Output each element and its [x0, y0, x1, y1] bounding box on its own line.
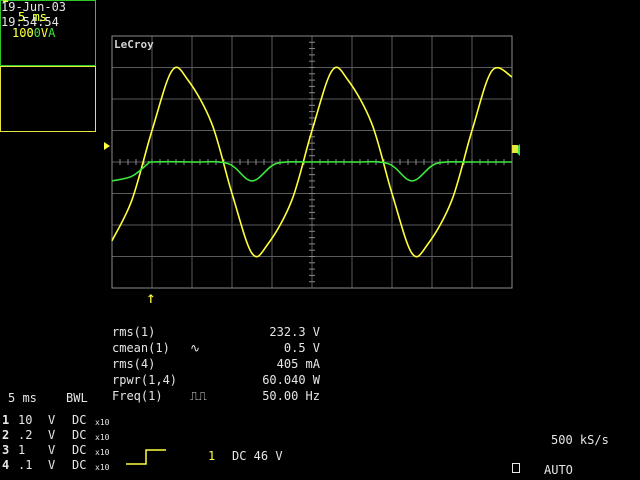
status-timebase: 5 ms [8, 391, 37, 405]
channel-probe: x10 [95, 418, 110, 427]
measurement-value: 50.00 Hz [262, 389, 320, 403]
channel-unit: V [48, 443, 56, 457]
measurement-icon: ⎍⎍ [190, 389, 207, 403]
measurement-row[interactable]: Freq(1) ⎍⎍ 50.00 Hz [112, 389, 320, 403]
channel-scale: 10 [18, 413, 33, 427]
channel-1-ground-marker [104, 142, 110, 150]
channel-coupling: DC [72, 458, 87, 472]
trigger-edge-icon [126, 449, 166, 465]
measurement-icon: ∿ [190, 341, 201, 355]
sample-rate: 500 kS/s [551, 433, 609, 447]
channel-coupling: DC [72, 413, 87, 427]
channel-unit: V [48, 428, 56, 442]
measurement-label: Freq(1) [112, 389, 163, 403]
measurement-value: 60.040 W [262, 373, 320, 387]
measurement-row[interactable]: cmean(1) ∿ 0.5 V [112, 341, 320, 355]
channel-num: 1 [2, 413, 10, 427]
channel-scale: .1 [18, 458, 33, 472]
channel-coupling: DC [72, 443, 87, 457]
channel-probe: x10 [95, 463, 110, 472]
trigger-level-marker [512, 145, 518, 153]
measurement-value: 405 mA [276, 357, 320, 371]
measurement-row[interactable]: rms(4) 405 mA [112, 357, 320, 371]
trigger-position-marker: ↑ [146, 288, 156, 307]
channel-probe: x10 [95, 448, 110, 457]
channel-num: 2 [2, 428, 10, 442]
channel-num: 3 [2, 443, 10, 457]
channel-scale: .2 [18, 428, 33, 442]
channel-probe: x10 [95, 433, 110, 442]
brand-logo: LeCroy [114, 38, 154, 51]
measurement-label: rpwr(1,4) [112, 373, 178, 387]
trigger-mode[interactable]: AUTO [544, 464, 573, 477]
measurement-value: 0.5 V [283, 341, 320, 355]
scope-screen: LeCroy ↑ [104, 35, 520, 307]
trigger-channel: 1 [208, 449, 216, 463]
measurement-row[interactable]: rms(1) 232.3 V [112, 325, 320, 339]
channel-unit: V [48, 458, 56, 472]
measurement-label: cmean(1) [112, 341, 170, 355]
trigger-info: DC 46 V [232, 449, 283, 463]
channel-coupling: DC [72, 428, 87, 442]
status-bwl: BWL [66, 391, 88, 405]
measurement-row[interactable]: rpwr(1,4) 60.040 W [112, 373, 320, 387]
measurement-value: 232.3 V [269, 325, 320, 339]
measurement-label: rms(4) [112, 357, 156, 371]
channel-num: 4 [2, 458, 10, 472]
acquisition-indicator [512, 463, 520, 473]
channel-unit: V [48, 413, 56, 427]
channel-scale: 1 [18, 443, 26, 457]
measurement-label: rms(1) [112, 325, 156, 339]
